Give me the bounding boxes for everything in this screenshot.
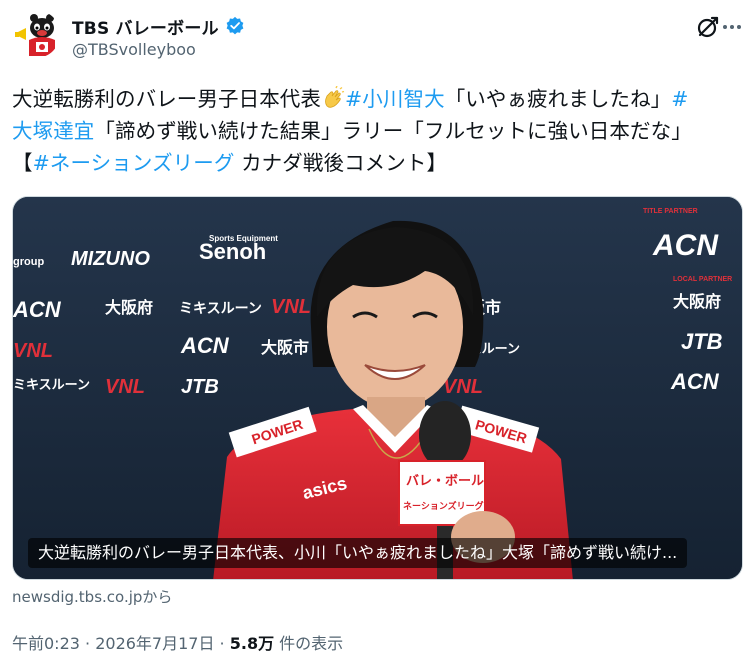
meta-separator: · [79, 634, 96, 653]
mic-label-line-1: バレ・ボール [406, 473, 484, 489]
verified-badge-icon [225, 16, 245, 36]
tweet-line-1: 大逆転勝利のバレー男子日本代表 #小川智大「いやぁ疲れましたね」# [12, 83, 743, 115]
sponsor-group-text: group [13, 256, 44, 268]
sponsor-vnl-4: VNL [443, 376, 483, 398]
sponsor-acn-2: ACN [180, 333, 230, 358]
views-count: 5.8万 [229, 634, 275, 653]
hashtag-link[interactable]: 大塚達宜 [12, 119, 94, 143]
sponsor-mizuno: MIZUNO [71, 248, 150, 270]
hashtag-link[interactable]: #ネーションズリーグ [33, 151, 235, 175]
sponsor-jtb-2: JTB [681, 329, 723, 354]
sponsor-senoh: Senoh [199, 239, 266, 264]
tweet-text-segment: 【 [12, 151, 33, 175]
tweet-line-3: 【#ネーションズリーグ カナダ戦後コメント】 [12, 147, 743, 179]
clapping-hands-icon [321, 85, 345, 110]
hashtag-link[interactable]: #小川智大 [345, 87, 445, 111]
meta-separator: · [214, 634, 230, 653]
tweet-text-segment: 「諦めず戦い続けた結果」ラリー「フルセットに強い日本だな」 [94, 119, 692, 143]
link-source[interactable]: newsdig.tbs.co.jpから [12, 586, 172, 607]
display-name[interactable]: TBS バレーボール [72, 14, 219, 39]
media-card[interactable]: group MIZUNO Sports Equipment Senoh ACN … [12, 196, 743, 580]
grok-icon[interactable] [695, 14, 721, 40]
local-partner-label: LOCAL PARTNER [673, 276, 732, 283]
tweet-quote: 「いやぁ疲れましたね」 [444, 87, 672, 111]
tweet-text-segment: カナダ戦後コメント】 [234, 151, 448, 175]
video-thumbnail: group MIZUNO Sports Equipment Senoh ACN … [13, 197, 742, 579]
tweet-meta: 午前0:23 · 2026年7月17日 · 5.8万 件の表示 [12, 630, 343, 654]
video-caption: 大逆転勝利のバレー男子日本代表、小川「いやぁ疲れましたね」大塚「諦めず戦い続け.… [28, 538, 688, 568]
author-name-row: TBS バレーボール [72, 14, 245, 39]
avatar[interactable] [12, 10, 60, 58]
author-handle[interactable]: @TBSvolleyboo [72, 40, 196, 59]
tweet-line-2: 大塚達宜「諦めず戦い続けた結果」ラリー「フルセットに強い日本だな」 [12, 115, 743, 147]
tweet-date[interactable]: 2026年7月17日 [95, 634, 214, 653]
sponsor-osaka-2: 大阪府 [673, 292, 721, 311]
sponsor-mikisuru-1: ミキスルーン [179, 300, 262, 316]
sponsor-acn-1: ACN [13, 297, 62, 322]
tweet-header: TBS バレーボール @TBSvolleyboo [12, 10, 743, 66]
title-partner-label: TITLE PARTNER [643, 208, 698, 215]
mic-label-line-2: ネーションズリーグ [403, 500, 484, 512]
sponsor-mikisuru-2: ミキスルーン [13, 377, 90, 392]
tweet-time[interactable]: 午前0:23 [12, 634, 80, 653]
sponsor-vnl-1: VNL [271, 296, 311, 318]
sponsor-osaka-1: 大阪府 [105, 298, 153, 317]
sponsor-vnl-3: VNL [105, 376, 145, 398]
tweet-body: 大逆転勝利のバレー男子日本代表 #小川智大「いやぁ疲れましたね」# 大塚達宜「諦め… [12, 83, 743, 179]
sponsor-acn-3: ACN [652, 229, 719, 262]
hashtag-link[interactable]: # [671, 87, 688, 111]
views-label: 件の表示 [274, 634, 344, 653]
sponsor-vnl-2: VNL [13, 340, 53, 362]
sponsor-osaka-city-1: 大阪市 [261, 338, 309, 357]
sponsor-jtb-1: JTB [181, 376, 219, 398]
sponsor-acn-4: ACN [670, 369, 720, 394]
tweet-text-segment: 大逆転勝利のバレー男子日本代表 [12, 87, 321, 111]
more-options-icon[interactable] [721, 16, 743, 38]
